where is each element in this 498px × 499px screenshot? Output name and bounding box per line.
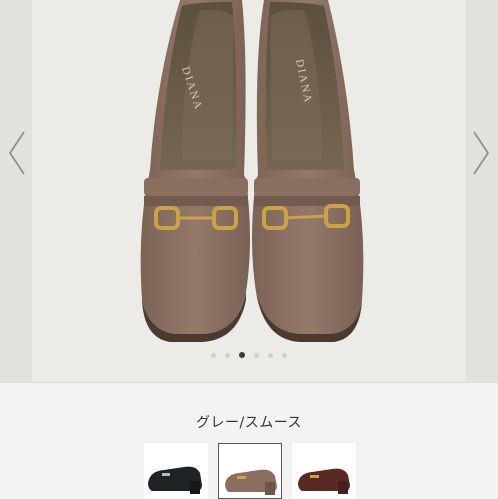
section-divider xyxy=(0,382,498,383)
loafer-thumbnail-image xyxy=(225,469,277,495)
gallery-pagination xyxy=(0,350,498,360)
pagination-dot-active[interactable] xyxy=(239,352,245,358)
right-shoe: DIANA xyxy=(252,0,364,342)
chevron-right-icon xyxy=(473,131,489,175)
main-product-image: DIANA DIANA xyxy=(32,0,466,382)
previous-image-button[interactable] xyxy=(6,128,28,178)
pagination-dot[interactable] xyxy=(225,352,230,358)
previous-image-preview[interactable] xyxy=(0,0,32,382)
selected-color-label: グレー/スムース xyxy=(195,415,303,431)
color-thumbnail-brown[interactable] xyxy=(292,443,356,499)
color-thumbnail-grey-smooth[interactable] xyxy=(218,443,282,499)
chevron-left-icon xyxy=(9,131,25,175)
color-thumbnail-black[interactable] xyxy=(144,443,208,499)
left-shoe: DIANA xyxy=(140,0,250,342)
color-variant-thumbnails xyxy=(0,443,498,499)
next-image-preview[interactable] xyxy=(466,0,498,382)
next-image-button[interactable] xyxy=(470,128,492,178)
product-image-gallery[interactable]: DIANA DIANA xyxy=(0,0,498,382)
pagination-dot[interactable] xyxy=(268,352,273,358)
pagination-dot[interactable] xyxy=(282,352,287,358)
loafer-thumbnail-image xyxy=(298,468,350,494)
loafer-pair-illustration: DIANA DIANA xyxy=(140,0,364,342)
pagination-dot[interactable] xyxy=(254,352,259,358)
pagination-dot[interactable] xyxy=(211,352,216,358)
loafer-thumbnail-image xyxy=(148,466,202,494)
